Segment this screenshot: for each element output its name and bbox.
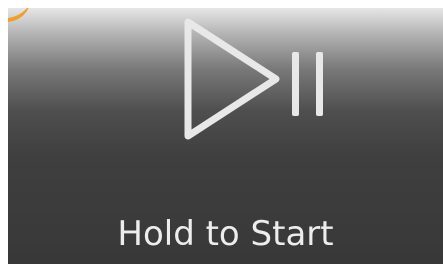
corner-accent-indicator xyxy=(8,8,34,27)
device-screen: Hold to Start xyxy=(8,8,443,264)
hold-to-start-label: Hold to Start xyxy=(117,214,334,254)
play-pause-icon xyxy=(184,18,323,140)
play-pause-button[interactable] xyxy=(172,14,332,150)
